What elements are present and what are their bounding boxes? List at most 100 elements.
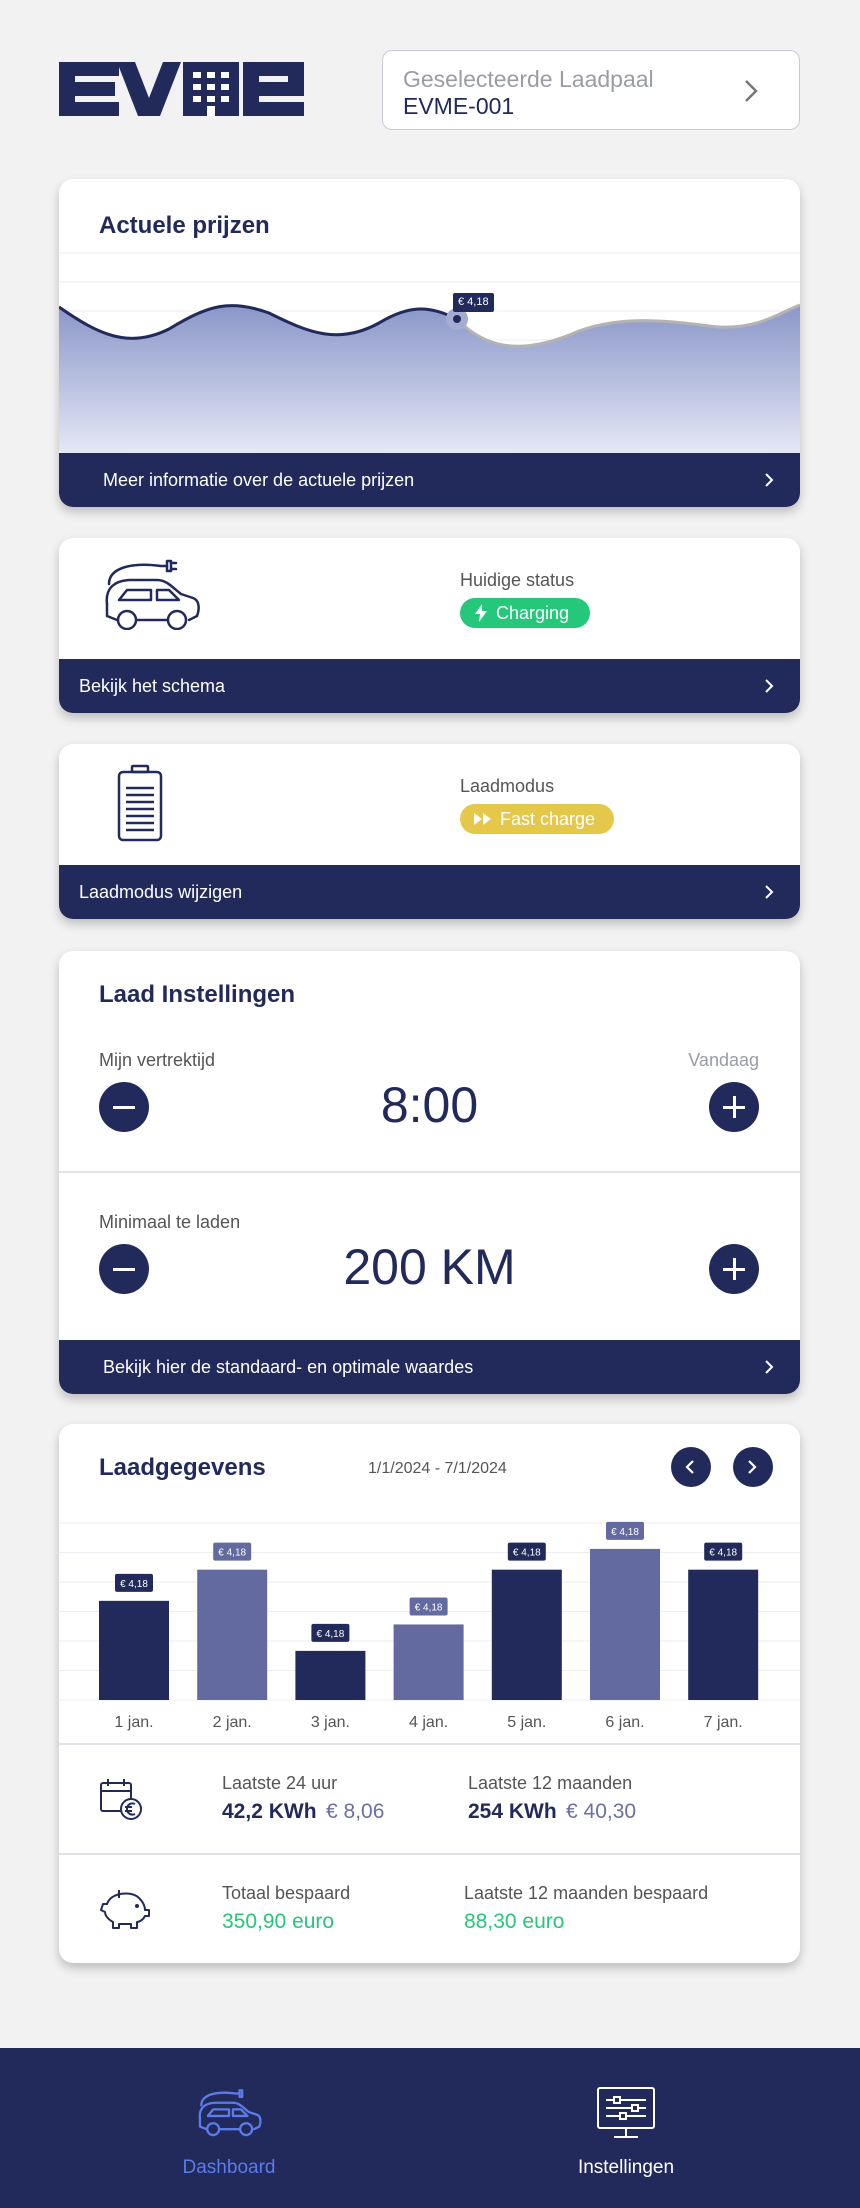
prices-card: Actuele prijzen € 4,18 Meer informatie o… <box>59 179 800 507</box>
status-value: Charging <box>496 602 570 623</box>
bar-data-label: € 4,18 <box>213 1542 252 1561</box>
svg-text:€ 4,18: € 4,18 <box>316 1629 344 1640</box>
settings-footer-label: Bekijk hier de standaard- en optimale wa… <box>103 1356 474 1377</box>
bar-data-label: € 4,18 <box>409 1597 448 1616</box>
defaults-link[interactable]: Bekijk hier de standaard- en optimale wa… <box>59 1340 800 1394</box>
bar-data-label: € 4,18 <box>704 1542 743 1561</box>
chevron-right-icon <box>748 1460 757 1474</box>
status-card: Huidige status Charging Bekijk het schem… <box>59 538 800 713</box>
chevron-right-icon <box>765 473 774 487</box>
chart-bar[interactable] <box>197 1569 268 1700</box>
station-label: Geselecteerde Laadpaal <box>403 66 654 92</box>
car-charging-icon <box>198 2089 262 2137</box>
svg-text:€ 4,18: € 4,18 <box>415 1602 443 1613</box>
saved-label: Totaal bespaard <box>222 1883 351 1903</box>
last24-kwh: 42,2 KWh <box>222 1800 317 1823</box>
chart-bar[interactable] <box>393 1624 464 1700</box>
prices-footer-label: Meer informatie over de actuele prijzen <box>103 469 415 490</box>
x-tick-label: 1 jan. <box>114 1714 154 1731</box>
data-title: Laadgegevens <box>99 1454 266 1481</box>
change-mode-link[interactable]: Laadmodus wijzigen <box>59 865 800 919</box>
monitor-settings-icon <box>597 2087 655 2138</box>
departure-day: Vandaag <box>688 1050 759 1070</box>
min-charge-increase-button[interactable] <box>709 1244 759 1294</box>
station-value: EVME-001 <box>403 93 515 119</box>
nav-dashboard-label: Dashboard <box>182 2157 276 2178</box>
chart-bar[interactable] <box>688 1569 759 1700</box>
svg-text:€ 4,18: € 4,18 <box>611 1527 639 1538</box>
status-footer-label: Bekijk het schema <box>79 675 226 696</box>
mode-label: Laadmodus <box>460 776 555 796</box>
departure-increase-button[interactable] <box>709 1082 759 1132</box>
calendar-euro-icon <box>100 1779 142 1820</box>
evme-logo <box>59 62 304 116</box>
last12-eur: € 40,30 <box>566 1800 637 1823</box>
mode-value: Fast charge <box>500 808 596 829</box>
fast-forward-icon <box>474 813 491 825</box>
battery-icon <box>117 764 163 842</box>
last12-label: Laatste 12 maanden <box>468 1773 633 1793</box>
charge-settings-card: Laad Instellingen Mijn vertrektijd Vanda… <box>59 951 800 1394</box>
bar-data-label: € 4,18 <box>115 1573 153 1592</box>
min-charge-value: 200 KM <box>343 1239 516 1295</box>
svg-text:€ 4,18: € 4,18 <box>709 1548 737 1559</box>
settings-title: Laad Instellingen <box>99 981 296 1008</box>
last24-eur: € 8,06 <box>326 1800 385 1823</box>
bolt-icon <box>475 604 487 622</box>
chart-bar[interactable] <box>491 1569 562 1700</box>
x-tick-label: 2 jan. <box>212 1714 252 1731</box>
schedule-link[interactable]: Bekijk het schema <box>59 659 800 713</box>
nav-settings-label: Instellingen <box>577 2157 675 2178</box>
saved-value: 350,90 euro <box>222 1910 335 1933</box>
chart-bar[interactable] <box>590 1548 660 1700</box>
chevron-right-icon <box>765 679 774 693</box>
mode-footer-label: Laadmodus wijzigen <box>79 881 243 902</box>
date-range: 1/1/2024 - 7/1/2024 <box>368 1460 507 1477</box>
chevron-left-icon <box>685 1460 694 1474</box>
min-charge-label: Minimaal te laden <box>99 1212 241 1232</box>
nav-settings[interactable]: Instellingen <box>561 2086 691 2179</box>
x-tick-label: 7 jan. <box>703 1714 743 1731</box>
chart-bar[interactable] <box>295 1650 366 1700</box>
saved12-value: 88,30 euro <box>464 1910 565 1933</box>
saved12-label: Laatste 12 maanden bespaard <box>464 1883 709 1903</box>
prices-title: Actuele prijzen <box>99 212 270 239</box>
chart-bar[interactable] <box>99 1600 169 1700</box>
mode-card: Laadmodus Fast charge Laadmodus wijzigen <box>59 744 800 919</box>
status-label: Huidige status <box>460 570 575 590</box>
departure-label: Mijn vertrektijd <box>99 1050 216 1070</box>
charge-data-card: Laadgegevens 1/1/2024 - 7/1/2024 € 4,18 €… <box>59 1424 800 1963</box>
chevron-right-icon <box>745 80 758 102</box>
departure-value: 8:00 <box>380 1077 479 1133</box>
station-selector[interactable]: Geselecteerde Laadpaal EVME-001 <box>382 50 800 130</box>
bar-data-label: € 4,18 <box>606 1521 644 1540</box>
x-axis-labels: 1 jan. 2 jan. 3 jan. 4 jan. 5 jan. 6 jan. 7 ja… <box>59 1714 800 1736</box>
x-tick-label: 6 jan. <box>605 1714 645 1731</box>
piggy-bank-icon <box>100 1890 150 1929</box>
x-tick-label: 5 jan. <box>507 1714 547 1731</box>
previous-period-button[interactable] <box>671 1447 711 1487</box>
chevron-right-icon <box>765 885 774 899</box>
price-graph <box>59 252 800 453</box>
charge-bar-chart: € 4,18 € 4,18 € 4,18 € 4,18 € 4,18 € 4,18 € 4,… <box>59 1521 800 1701</box>
status-badge: Charging <box>460 598 590 628</box>
price-tag: € 4,18 <box>453 293 494 312</box>
divider <box>59 1743 800 1745</box>
car-charging-icon <box>105 559 200 630</box>
svg-text:€ 4,18: € 4,18 <box>218 1548 246 1559</box>
last12-kwh: 254 KWh <box>468 1800 557 1823</box>
divider <box>59 1853 800 1855</box>
last24-label: Laatste 24 uur <box>222 1773 338 1793</box>
svg-text:€ 4,18: € 4,18 <box>513 1548 541 1559</box>
bottom-navigation: Dashboard Instellingen <box>0 2048 860 2208</box>
x-tick-label: 4 jan. <box>409 1714 449 1731</box>
bar-data-label: € 4,18 <box>507 1542 546 1561</box>
svg-text:€ 4,18: € 4,18 <box>120 1579 148 1590</box>
divider <box>59 1171 800 1173</box>
prices-info-link[interactable]: Meer informatie over de actuele prijzen <box>59 453 800 507</box>
next-period-button[interactable] <box>733 1447 773 1487</box>
x-tick-label: 3 jan. <box>310 1714 350 1731</box>
chevron-right-icon <box>765 1360 774 1374</box>
mode-badge: Fast charge <box>460 804 614 834</box>
nav-dashboard[interactable]: Dashboard <box>164 2086 294 2179</box>
